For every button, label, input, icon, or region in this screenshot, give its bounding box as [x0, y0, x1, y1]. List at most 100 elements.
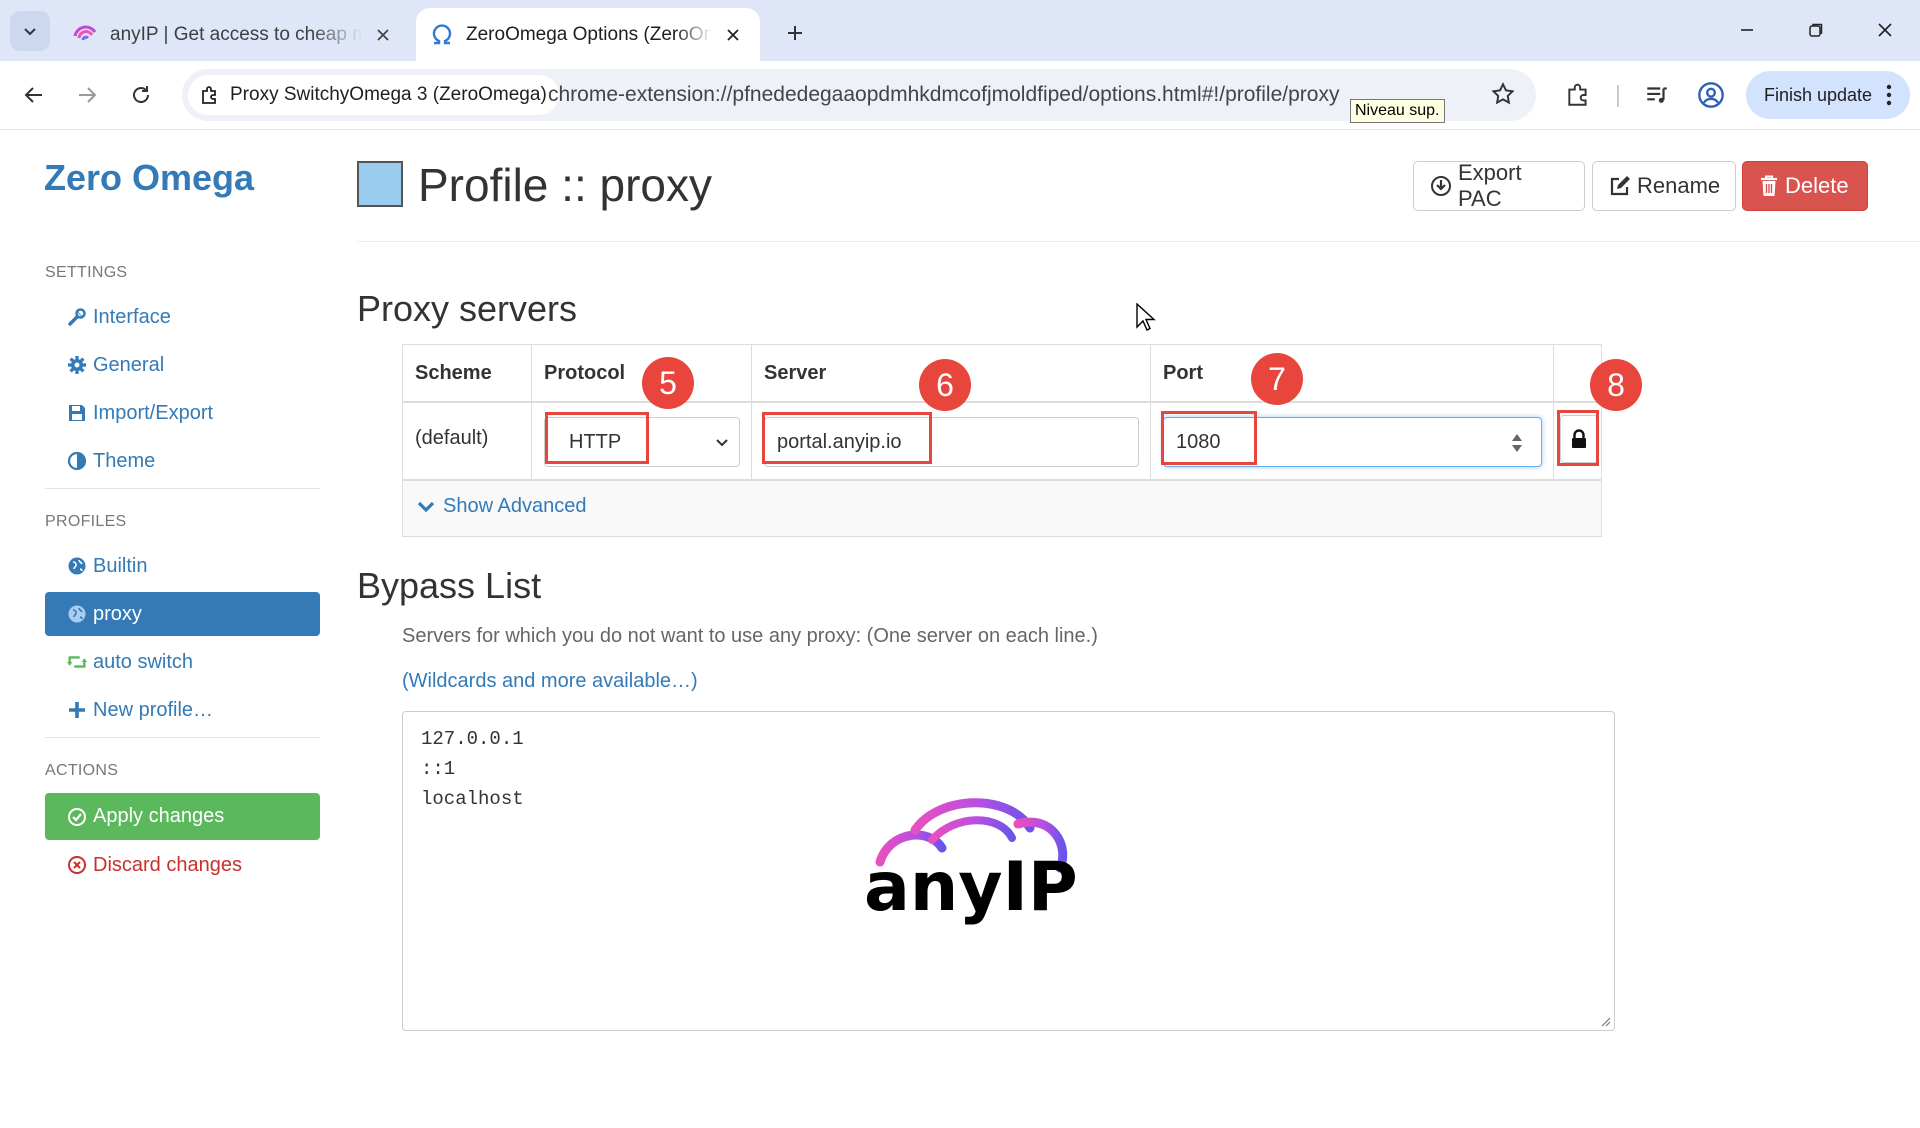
arrow-right-icon [79, 87, 97, 103]
sidebar-item-builtin[interactable]: Builtin [45, 544, 320, 588]
finish-update-label: Finish update [1764, 84, 1873, 105]
reload-button[interactable] [121, 75, 161, 115]
download-circle-icon [1430, 175, 1452, 197]
globe-icon [66, 555, 88, 577]
back-button[interactable] [14, 75, 54, 115]
media-controls-button[interactable] [1638, 76, 1676, 114]
sidebar-item-new-profile[interactable]: New profile… [45, 688, 320, 732]
discard-changes-label: Discard changes [93, 853, 242, 876]
arrow-left-icon [24, 87, 42, 103]
close-tab-button[interactable] [370, 22, 396, 48]
bypass-list-heading: Bypass List [357, 565, 542, 606]
show-advanced-link[interactable]: Show Advanced [417, 495, 586, 518]
sidebar-item-label: auto switch [93, 650, 194, 673]
star-icon [1491, 82, 1515, 105]
annotation-badge-7: 7 [1251, 353, 1303, 405]
account-icon [1698, 82, 1724, 108]
annotation-badge-8: 8 [1590, 359, 1642, 411]
sidebar-item-proxy[interactable]: proxy [45, 592, 320, 636]
restore-icon [1809, 23, 1823, 37]
column-header-protocol: Protocol [532, 345, 752, 401]
column-header-port: Port [1151, 345, 1554, 401]
sidebar-item-label: New profile… [93, 698, 214, 721]
close-icon [727, 28, 739, 41]
tab-zeroomega[interactable]: ZeroOmega Options (ZeroOmega) [416, 8, 760, 61]
sidebar-item-general[interactable]: General [45, 343, 320, 387]
annotation-badge-5: 5 [642, 357, 694, 409]
apply-changes-label: Apply changes [93, 805, 225, 827]
proxy-servers-heading: Proxy servers [357, 288, 578, 329]
chevron-down-icon [417, 500, 435, 514]
forward-button[interactable] [67, 75, 107, 115]
sidebar-item-label: Interface [93, 305, 171, 328]
tab-strip: anyIP | Get access to cheap mobile proxi… [0, 0, 1920, 61]
profile-button[interactable] [1692, 76, 1730, 114]
page-title: Profile :: proxy [418, 159, 712, 211]
sidebar-item-label: Builtin [93, 554, 148, 577]
browser-toolbar: Proxy SwitchyOmega 3 (ZeroOmega) chrome-… [0, 61, 1920, 130]
close-tab-button[interactable] [720, 22, 746, 48]
chevron-down-icon [716, 439, 728, 447]
annotation-box-port [1161, 411, 1257, 465]
restore-button[interactable] [1793, 12, 1839, 48]
tab-search-button[interactable] [10, 11, 50, 51]
minimize-button[interactable] [1724, 12, 1770, 48]
scheme-value: (default) [415, 427, 489, 449]
sidebar-item-interface[interactable]: Interface [45, 295, 320, 339]
wrench-icon [66, 306, 88, 328]
apply-changes-button[interactable]: Apply changes [45, 793, 320, 840]
rename-button[interactable]: Rename [1592, 161, 1736, 211]
contrast-icon [66, 450, 88, 472]
address-bar[interactable]: Proxy SwitchyOmega 3 (ZeroOmega) chrome-… [182, 69, 1536, 121]
bypass-help-text: Servers for which you do not want to use… [402, 625, 1098, 647]
profile-color-swatch[interactable] [357, 161, 403, 207]
site-info-chip[interactable]: Proxy SwitchyOmega 3 (ZeroOmega) [188, 75, 559, 115]
annotation-box-protocol [545, 412, 649, 464]
close-icon [377, 28, 389, 41]
column-header-scheme: Scheme [403, 345, 532, 401]
resize-grip-icon[interactable] [1599, 1015, 1611, 1027]
puzzle-icon [1568, 83, 1587, 106]
sidebar-item-label: proxy [93, 602, 142, 625]
settings-header: SETTINGS [45, 264, 128, 281]
sidebar-item-import-export[interactable]: Import/Export [45, 391, 320, 435]
wildcards-link[interactable]: (Wildcards and more available…) [402, 670, 698, 693]
more-vert-icon [1886, 84, 1892, 106]
minimize-icon [1741, 29, 1753, 31]
plus-icon [66, 699, 88, 721]
edit-icon [1609, 175, 1631, 197]
close-icon [1878, 23, 1892, 37]
reload-icon [133, 86, 149, 103]
gear-icon [66, 354, 88, 376]
title-divider [357, 241, 1920, 242]
discard-changes-button[interactable]: Discard changes [45, 843, 320, 887]
check-circle-icon [66, 806, 88, 828]
anyip-favicon-icon [73, 25, 97, 40]
sidebar-item-theme[interactable]: Theme [45, 439, 320, 483]
playlist-icon [1647, 87, 1667, 103]
tab-anyip[interactable]: anyIP | Get access to cheap mobile proxi… [58, 8, 410, 61]
sidebar-divider [45, 737, 320, 738]
close-window-button[interactable] [1862, 12, 1908, 48]
omega-favicon-icon [432, 23, 452, 44]
toolbar-separator [1617, 85, 1619, 107]
delete-label: Delete [1785, 173, 1849, 198]
anyip-logo: anyIP [860, 790, 1080, 930]
url-text[interactable]: chrome-extension://pfnededegaaopdmhkdmco… [548, 83, 1378, 107]
finish-update-button[interactable]: Finish update [1746, 71, 1910, 119]
bypass-line: 127.0.0.1 [421, 728, 524, 750]
anyip-wordmark: anyIP [864, 848, 1078, 927]
annotation-box-lock [1557, 410, 1599, 466]
export-pac-button[interactable]: Export PAC [1413, 160, 1585, 211]
sidebar-item-auto-switch[interactable]: auto switch [45, 640, 320, 684]
new-tab-button[interactable] [778, 16, 812, 50]
brand-title[interactable]: Zero Omega [44, 157, 254, 199]
spinner-icon[interactable] [1511, 431, 1523, 455]
retweet-icon [66, 651, 88, 673]
scheme-cell: (default) [403, 403, 532, 479]
delete-button[interactable]: Delete [1742, 161, 1868, 211]
bookmark-button[interactable] [1490, 81, 1516, 107]
export-pac-label: Export PAC [1458, 160, 1522, 211]
rename-label: Rename [1637, 173, 1721, 198]
extensions-button[interactable] [1559, 76, 1597, 114]
